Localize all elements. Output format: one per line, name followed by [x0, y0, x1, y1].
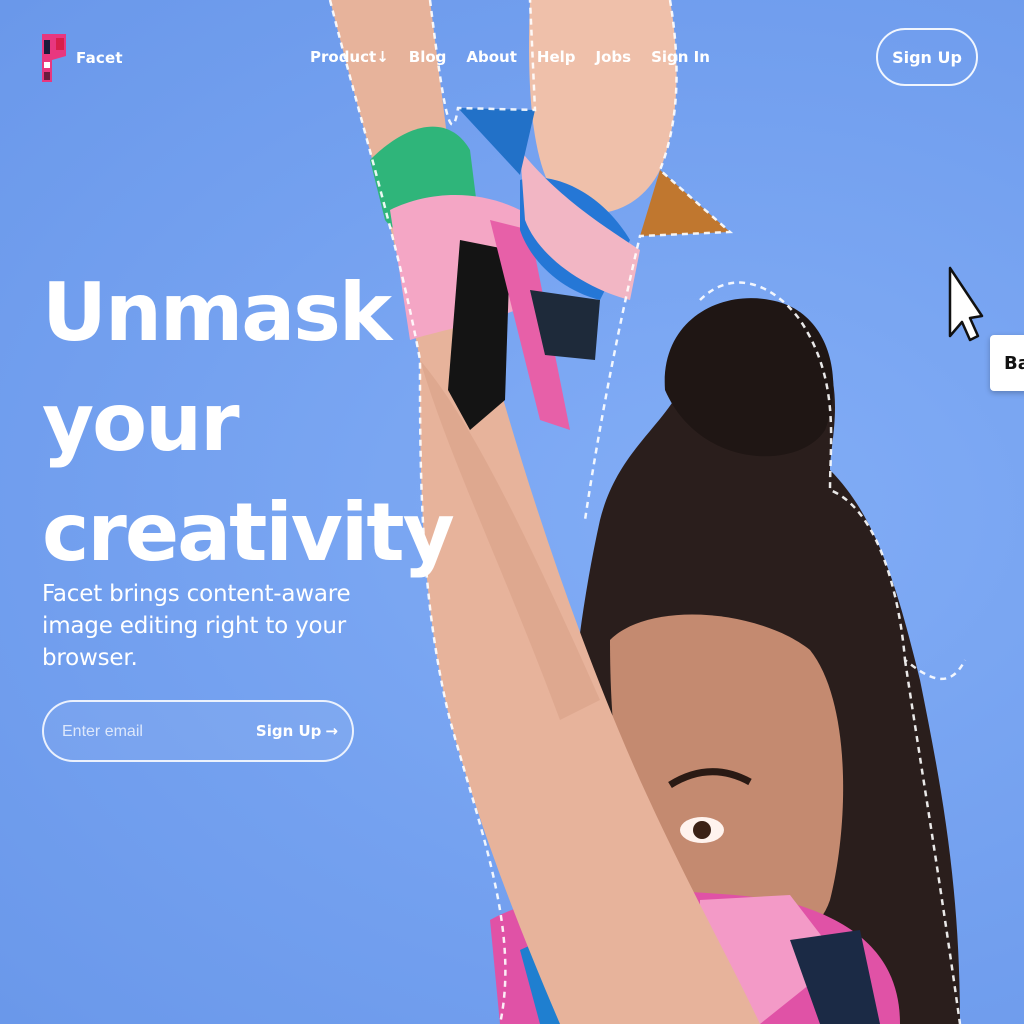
edge-tooltip: Ba	[990, 335, 1024, 391]
headline-line: creativity	[42, 486, 455, 579]
nav-item-label: Product	[310, 48, 377, 66]
header-signup-button[interactable]: Sign Up	[876, 28, 978, 86]
hero-headline: Unmask your creativity	[42, 258, 455, 588]
headline-line: your	[42, 376, 240, 469]
iris	[693, 821, 711, 839]
email-signup-button[interactable]: Sign Up →	[256, 702, 338, 760]
email-signup-form: Sign Up →	[42, 700, 354, 762]
brand-name: Facet	[76, 49, 123, 67]
down-arrow-icon: ↓	[376, 48, 389, 66]
nav-item-about[interactable]: About	[466, 48, 517, 66]
right-arrow-icon: →	[325, 722, 338, 740]
headline-line: Unmask	[42, 266, 392, 359]
email-field[interactable]	[60, 702, 254, 762]
nav-item-sign-in[interactable]: Sign In	[651, 48, 710, 66]
email-signup-label: Sign Up	[255, 722, 322, 740]
nav-item-jobs[interactable]: Jobs	[596, 48, 632, 66]
brand-logo[interactable]: Facet	[40, 32, 123, 84]
facet-logo-icon	[42, 34, 66, 82]
edge-tooltip-label: Ba	[1004, 352, 1024, 374]
mouse-cursor-icon	[948, 266, 984, 342]
nav-item-blog[interactable]: Blog	[409, 48, 447, 66]
nav-item-help[interactable]: Help	[537, 48, 576, 66]
hero-subtitle: Facet brings content-aware image editing…	[42, 581, 351, 671]
nav-item-product[interactable]: Product↓	[310, 48, 389, 66]
top-nav: Product↓ Blog About Help Jobs Sign In	[310, 48, 710, 66]
